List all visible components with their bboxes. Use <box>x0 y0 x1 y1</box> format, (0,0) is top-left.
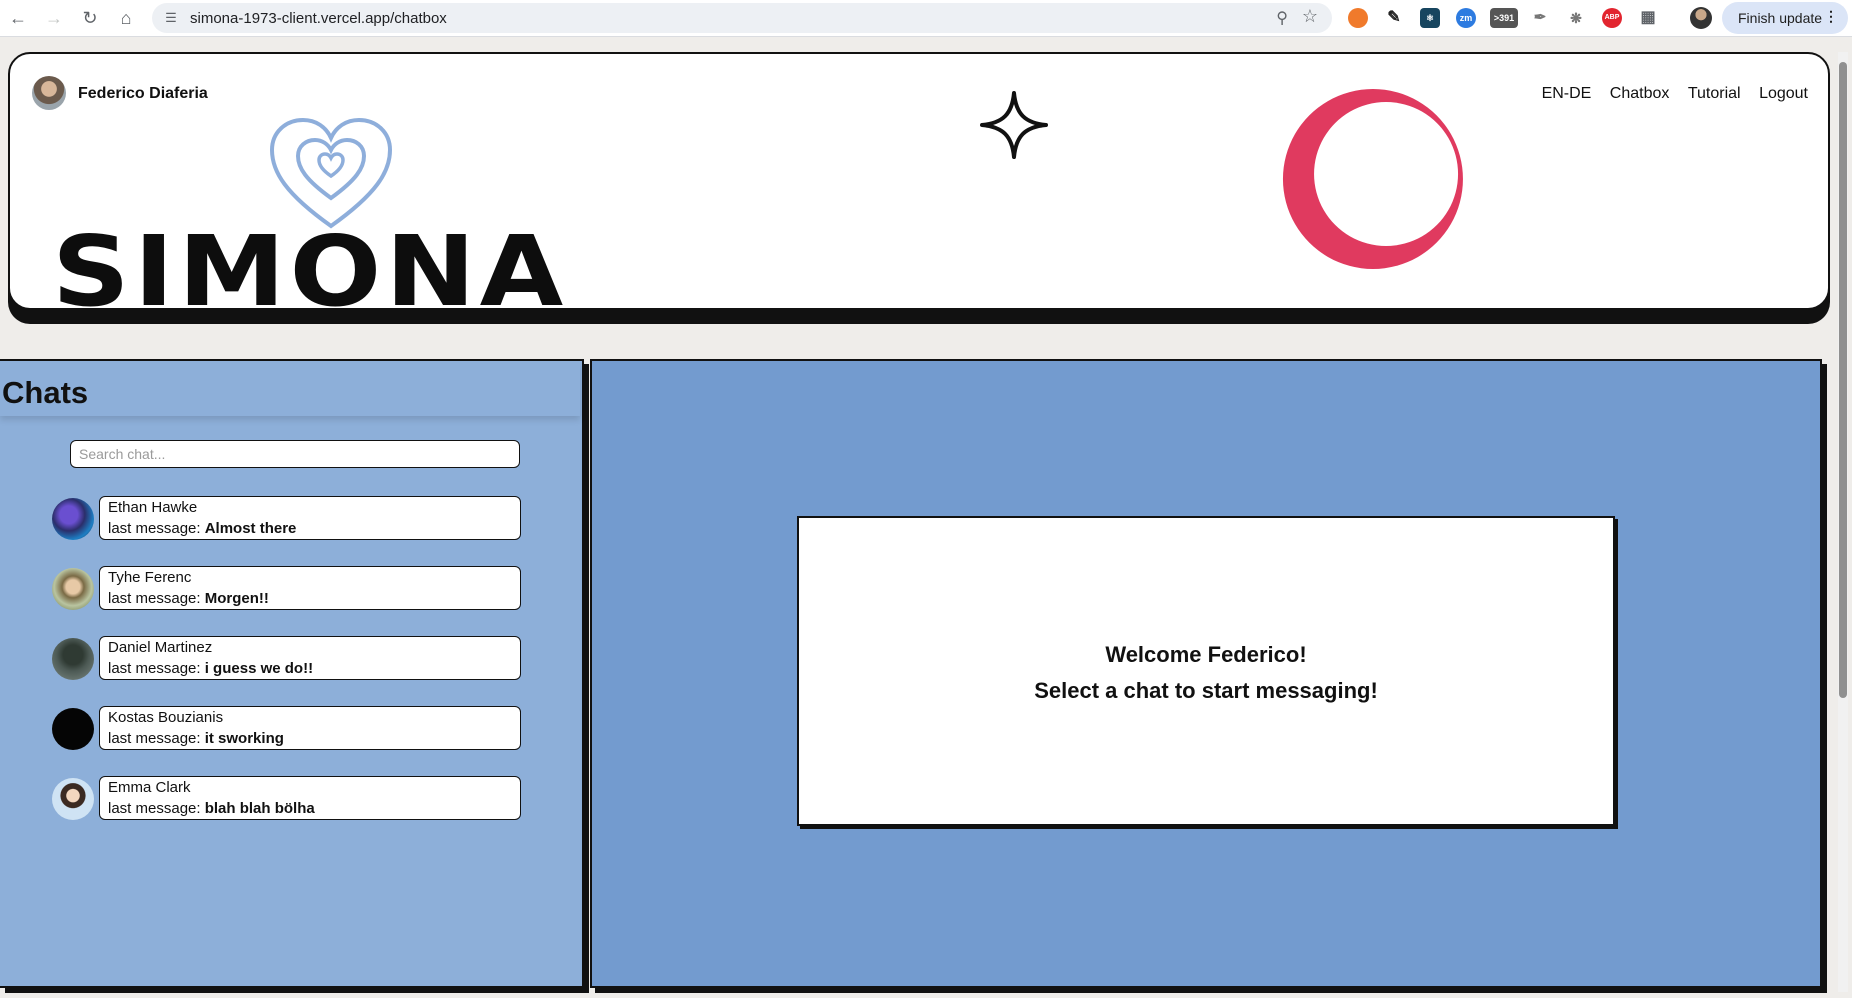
chat-item-daniel-martinez[interactable]: Daniel Martinez last message: i guess we… <box>52 636 522 682</box>
extension-bug-icon[interactable]: ❋ <box>1566 8 1586 28</box>
chat-item-ethan-hawke[interactable]: Ethan Hawke last message: Almost there <box>52 496 522 542</box>
welcome-instruction: Select a chat to start messaging! <box>1034 678 1378 703</box>
chat-name: Ethan Hawke <box>108 499 198 516</box>
page-scrollbar[interactable] <box>1838 52 1848 992</box>
chat-name: Daniel Martinez <box>108 639 213 656</box>
app-header: Federico Diaferia EN-DE Chatbox Tutorial… <box>8 52 1830 310</box>
chat-last-message: last message: i guess we do!! <box>108 660 313 677</box>
chat-card[interactable]: Tyhe Ferenc last message: Morgen!! <box>99 566 521 610</box>
extension-counter-icon[interactable]: >391 <box>1490 8 1518 28</box>
address-bar[interactable]: ☰ simona-1973-client.vercel.app/chatbox … <box>152 3 1332 33</box>
chat-item-tyhe-ferenc[interactable]: Tyhe Ferenc last message: Morgen!! <box>52 566 522 612</box>
chat-avatar[interactable] <box>52 708 94 750</box>
user-avatar[interactable] <box>32 76 66 110</box>
last-message-prefix: last message: <box>108 590 205 607</box>
chat-card[interactable]: Ethan Hawke last message: Almost there <box>99 496 521 540</box>
extension-zm-icon[interactable]: zm <box>1456 8 1476 28</box>
chat-avatar[interactable] <box>52 568 94 610</box>
extension-feather-icon[interactable]: ✒ <box>1530 8 1550 28</box>
nav-language[interactable]: EN-DE <box>1542 85 1592 102</box>
chat-item-kostas-bouzianis[interactable]: Kostas Bouzianis last message: it sworki… <box>52 706 522 752</box>
chat-card[interactable]: Daniel Martinez last message: i guess we… <box>99 636 521 680</box>
chat-item-emma-clark[interactable]: Emma Clark last message: blah blah bölha <box>52 776 522 822</box>
chat-last-message: last message: Almost there <box>108 520 296 537</box>
last-message-text: Almost there <box>204 520 297 537</box>
chat-last-message: last message: blah blah bölha <box>108 800 315 817</box>
scrollbar-thumb[interactable] <box>1839 62 1847 698</box>
chat-list-header: Chats <box>0 361 580 416</box>
chat-name: Tyhe Ferenc <box>108 569 192 586</box>
extension-adblock-icon[interactable]: ABP <box>1602 8 1622 28</box>
last-message-prefix: last message: <box>108 730 205 747</box>
nav-chatbox[interactable]: Chatbox <box>1610 85 1670 102</box>
chat-avatar[interactable] <box>52 778 94 820</box>
chat-list-panel: Chats Ethan Hawke last message: Almost t… <box>0 359 584 988</box>
finish-update-label: Finish update <box>1738 10 1823 26</box>
chat-card[interactable]: Kostas Bouzianis last message: it sworki… <box>99 706 521 750</box>
ring-icon <box>1282 89 1463 269</box>
bookmark-star-icon[interactable]: ☆ <box>1302 6 1318 27</box>
extensions-puzzle-icon[interactable]: ▦ <box>1638 8 1658 28</box>
chat-main-panel: Welcome Federico! Select a chat to start… <box>590 359 1822 988</box>
top-nav: EN-DE Chatbox Tutorial Logout <box>1528 85 1808 103</box>
chat-last-message: last message: Morgen!! <box>108 590 269 607</box>
welcome-title: Welcome Federico! <box>1105 642 1307 667</box>
app-logo: SIMONA <box>52 215 568 310</box>
reload-icon[interactable]: ↻ <box>78 6 102 30</box>
chat-name: Kostas Bouzianis <box>108 709 224 726</box>
last-message-prefix: last message: <box>108 520 205 537</box>
search-chat-input[interactable] <box>70 440 520 468</box>
more-menu-icon[interactable]: ⋮ <box>1824 8 1838 25</box>
browser-profile-avatar[interactable] <box>1690 7 1712 29</box>
extension-react-icon[interactable]: ⚛ <box>1420 8 1440 28</box>
chat-card[interactable]: Emma Clark last message: blah blah bölha <box>99 776 521 820</box>
extension-pen-icon[interactable]: ✎ <box>1384 8 1404 28</box>
sparkle-icon <box>980 91 1048 159</box>
last-message-text: blah blah bölha <box>204 800 315 817</box>
browser-toolbar: ← → ↻ ⌂ ☰ simona-1973-client.vercel.app/… <box>0 0 1852 37</box>
chat-avatar[interactable] <box>52 638 94 680</box>
last-message-text: it sworking <box>204 730 284 747</box>
finish-update-button[interactable]: Finish update ⋮ <box>1722 2 1848 34</box>
last-message-text: i guess we do!! <box>204 660 314 677</box>
user-name: Federico Diaferia <box>78 85 208 102</box>
chat-list-title: Chats <box>2 375 89 410</box>
welcome-card: Welcome Federico! Select a chat to start… <box>797 516 1615 826</box>
nav-tutorial[interactable]: Tutorial <box>1688 85 1741 102</box>
chat-avatar[interactable] <box>52 498 94 540</box>
back-icon[interactable]: ← <box>6 6 30 30</box>
last-message-prefix: last message: <box>108 660 205 677</box>
nav-logout[interactable]: Logout <box>1759 85 1808 102</box>
last-message-text: Morgen!! <box>204 590 269 607</box>
zoom-icon[interactable]: ⚲ <box>1276 8 1288 28</box>
chat-name: Emma Clark <box>108 779 191 796</box>
site-info-icon[interactable]: ☰ <box>162 9 180 27</box>
url-text[interactable]: simona-1973-client.vercel.app/chatbox <box>190 10 447 27</box>
forward-icon[interactable]: → <box>42 6 66 30</box>
extension-orange-icon[interactable] <box>1348 8 1368 28</box>
home-icon[interactable]: ⌂ <box>114 6 138 30</box>
chat-last-message: last message: it sworking <box>108 730 284 747</box>
last-message-prefix: last message: <box>108 800 205 817</box>
